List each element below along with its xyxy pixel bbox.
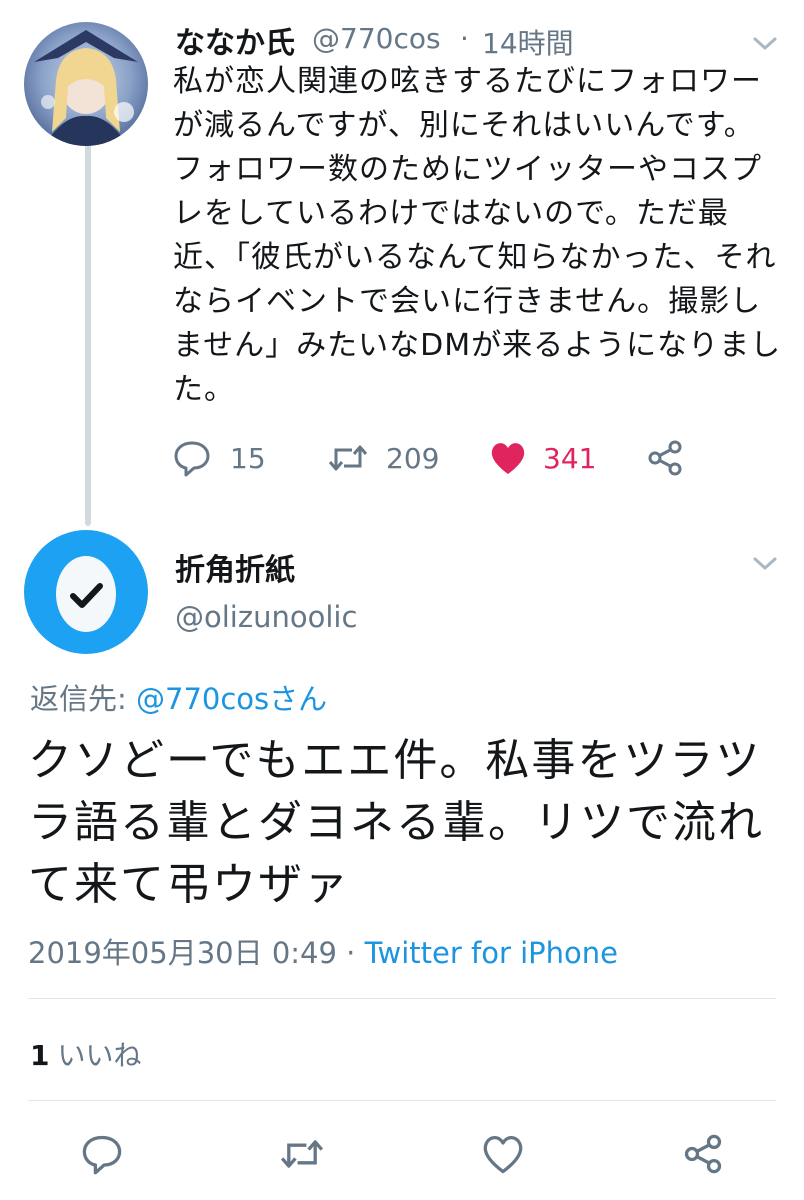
tweet-handle[interactable]: @olizunoolic	[175, 600, 357, 634]
tweet-time[interactable]: 14時間	[482, 22, 574, 62]
tweet-timestamp-line: 2019年05月30日 0:49 · Twitter for iPhone	[28, 930, 618, 972]
share-icon[interactable]	[645, 438, 685, 478]
share-icon[interactable]	[681, 1132, 725, 1176]
display-name[interactable]: ななか氏	[175, 18, 295, 62]
egg-avatar-icon[interactable]	[24, 530, 148, 654]
reply-prefix: 返信先:	[30, 682, 136, 716]
meta-separator: ·	[336, 936, 365, 970]
tweet-text: クソどーでもエエ件。私事をツラツラ語る輩とダヨネる輩。リツで流れて来て弔ウザァ	[28, 735, 764, 910]
chevron-down-icon[interactable]	[750, 28, 780, 58]
reply-context: 返信先: @770cosさん	[30, 676, 327, 718]
tweet-handle[interactable]: @770cos	[312, 22, 441, 55]
retweet-icon[interactable]	[328, 438, 368, 478]
reply-mention-link[interactable]: @770cosさん	[136, 682, 327, 716]
like-count: 341	[543, 442, 597, 475]
heart-icon[interactable]	[488, 438, 528, 478]
reply-count: 15	[230, 442, 266, 475]
chevron-down-icon[interactable]	[750, 548, 780, 578]
reply-icon[interactable]	[172, 438, 212, 478]
avatar[interactable]	[24, 22, 148, 146]
divider	[28, 1100, 776, 1101]
likes-summary[interactable]: 1 いいね	[30, 1034, 142, 1074]
likes-label: いいね	[57, 1039, 142, 1072]
tweet-text: 私が恋人関連の呟きするたびにフォロワーが減るんですが、別にそれはいいんです。フォ…	[173, 64, 782, 407]
thread-connector-line	[85, 144, 91, 526]
retweet-count: 209	[386, 442, 440, 475]
meta-separator: ·	[460, 22, 469, 55]
display-name[interactable]: 折角折紙	[175, 545, 295, 589]
retweet-icon[interactable]	[280, 1132, 324, 1176]
tweet-timestamp[interactable]: 2019年05月30日 0:49	[28, 936, 337, 970]
reply-icon[interactable]	[80, 1132, 124, 1176]
tweet-source-link[interactable]: Twitter for iPhone	[365, 936, 618, 970]
heart-icon[interactable]	[481, 1132, 525, 1176]
divider	[28, 998, 776, 999]
likes-count: 1	[30, 1039, 50, 1072]
